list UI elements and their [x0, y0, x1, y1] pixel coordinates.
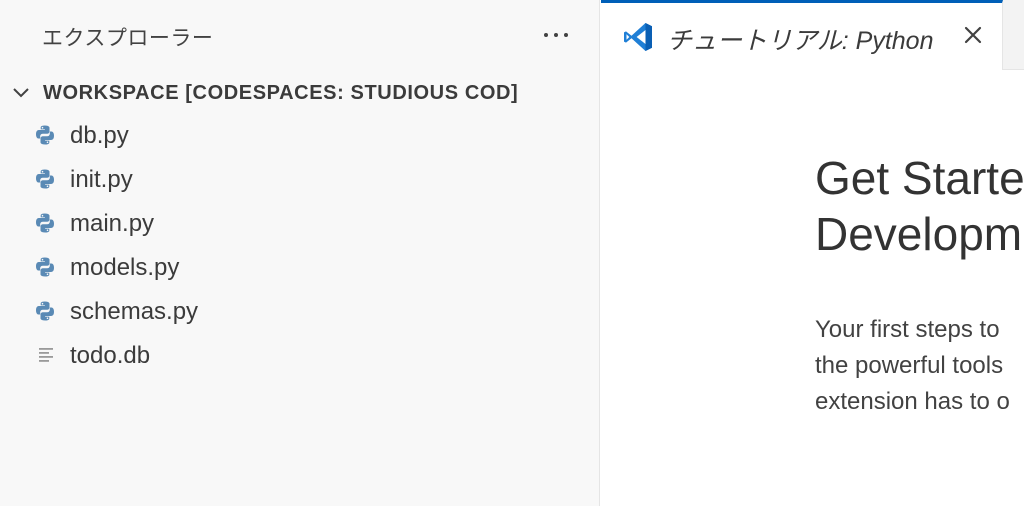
- file-item-db-py[interactable]: db.py: [0, 114, 599, 158]
- file-name: init.py: [70, 166, 133, 193]
- editor-tab-bar: チュートリアル: Python: [601, 0, 1024, 70]
- description-line: extension has to o: [815, 388, 1010, 415]
- close-icon[interactable]: [959, 21, 987, 49]
- explorer-title: エクスプローラー: [42, 27, 214, 50]
- file-item-main-py[interactable]: main.py: [0, 202, 599, 246]
- file-tree: db.py init.py main.py models.py schemas.…: [0, 114, 599, 378]
- tab-python-walkthrough[interactable]: チュートリアル: Python: [601, 0, 1003, 70]
- vscode-icon: [624, 23, 652, 51]
- page-title-line: Developm: [815, 208, 1023, 260]
- chevron-down-icon: [13, 88, 29, 98]
- ellipsis-icon: [544, 33, 568, 37]
- tab-label: チュートリアル: Python: [667, 27, 934, 55]
- python-icon: [36, 257, 54, 277]
- description-line: Your first steps to: [815, 316, 1000, 343]
- page-description: Your first steps to the powerful tools e…: [815, 312, 1024, 420]
- file-item-models-py[interactable]: models.py: [0, 246, 599, 290]
- more-actions-button[interactable]: [536, 20, 576, 50]
- file-name: db.py: [70, 122, 129, 149]
- explorer-header: エクスプローラー: [0, 0, 599, 70]
- file-name: models.py: [70, 254, 180, 281]
- page-title: Get Starte Developm: [815, 150, 1024, 262]
- file-name: main.py: [70, 210, 155, 237]
- file-item-init-py[interactable]: init.py: [0, 158, 599, 202]
- walkthrough-editor: Get Starte Developm Your first steps to …: [601, 70, 1024, 506]
- python-icon: [36, 169, 54, 189]
- workspace-folder-row[interactable]: WORKSPACE [CODESPACES: STUDIOUS COD]: [0, 76, 599, 110]
- workspace-label: WORKSPACE [CODESPACES: STUDIOUS COD]: [43, 82, 519, 104]
- python-icon: [36, 125, 54, 145]
- text-file-icon: [39, 348, 53, 362]
- file-name: schemas.py: [70, 298, 199, 325]
- python-icon: [36, 213, 54, 233]
- vscode-window: エクスプローラー WORKSPACE [CODESPACES: STUDIOUS…: [0, 0, 1024, 506]
- file-item-schemas-py[interactable]: schemas.py: [0, 290, 599, 334]
- file-item-todo-db[interactable]: todo.db: [0, 334, 599, 378]
- description-line: the powerful tools: [815, 352, 1004, 379]
- file-name: todo.db: [70, 342, 151, 369]
- page-title-line: Get Starte: [815, 152, 1024, 204]
- python-icon: [36, 301, 54, 321]
- explorer-sidebar: エクスプローラー WORKSPACE [CODESPACES: STUDIOUS…: [0, 0, 600, 506]
